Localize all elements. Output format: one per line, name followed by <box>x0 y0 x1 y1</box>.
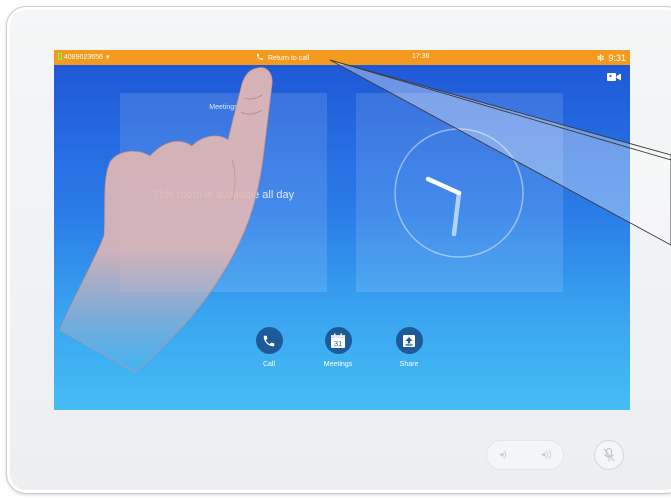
meetings-label: Meetings <box>323 361 353 368</box>
meetings-panel-title: Meetings <box>209 104 238 111</box>
return-to-call-button[interactable]: Return to call <box>256 53 309 62</box>
room-availability-text: This room is available all day <box>152 189 295 201</box>
clock-minute-hand <box>451 190 462 237</box>
clock-panel <box>356 93 563 292</box>
call-button[interactable] <box>255 327 283 354</box>
phone-icon <box>257 54 263 60</box>
share-action[interactable]: Share <box>379 327 439 368</box>
volume-down-icon[interactable]: ◂) <box>499 449 507 460</box>
meetings-action[interactable]: 31 Meetings <box>308 327 368 368</box>
return-to-call-label: Return to call <box>268 55 310 62</box>
share-button[interactable] <box>395 327 423 354</box>
phone-number-menu[interactable]: 4089023656 ▼ <box>58 53 111 61</box>
video-camera-icon[interactable] <box>607 73 621 81</box>
phone-number: 4089023656 <box>64 54 103 61</box>
status-bar[interactable]: 4089023656 ▼ Return to call 17:36 ✻ 9:31 <box>54 50 630 65</box>
phone-icon <box>263 335 275 346</box>
dropdown-arrow-icon: ▼ <box>104 55 111 61</box>
meetings-button[interactable]: 31 <box>324 327 352 354</box>
call-timer: 17:36 <box>412 53 430 60</box>
share-upload-icon <box>403 334 415 347</box>
call-label: Call <box>262 361 276 368</box>
battery-icon <box>58 53 62 60</box>
clock-readout: ✻ 9:31 <box>597 53 626 64</box>
volume-control[interactable]: ◂) ◂)) <box>486 440 564 470</box>
snowflake-icon: ✻ <box>596 53 605 63</box>
share-label: Share <box>399 361 419 368</box>
calendar-day: 31 <box>334 339 342 348</box>
volume-up-icon[interactable]: ◂)) <box>541 449 552 460</box>
mic-mute-button[interactable] <box>594 440 624 470</box>
meetings-panel[interactable]: Meetings This room is available all day <box>120 93 327 292</box>
touch-screen: 4089023656 ▼ Return to call 17:36 ✻ 9:31 … <box>54 50 630 410</box>
analog-clock <box>394 128 524 258</box>
clock-time: 9:31 <box>608 53 626 63</box>
clock-hour-hand <box>425 176 462 196</box>
mic-mute-icon <box>603 447 615 462</box>
call-action[interactable]: Call <box>239 327 299 368</box>
calendar-icon: 31 <box>331 333 345 348</box>
